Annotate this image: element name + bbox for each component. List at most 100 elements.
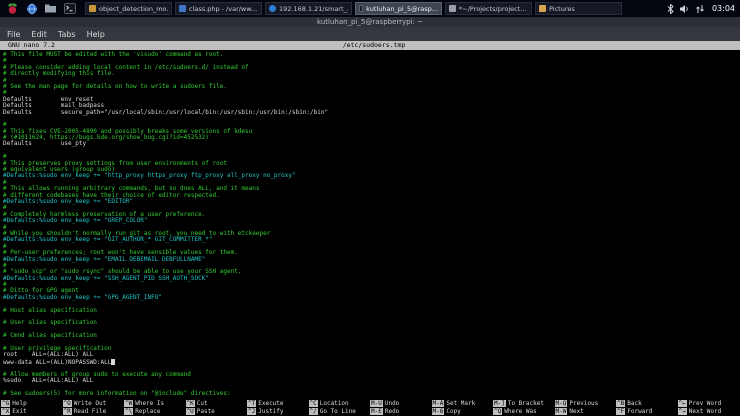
terminal-icon	[64, 3, 76, 14]
taskbar-window-button[interactable]: class.php - /var/ww...	[175, 2, 262, 15]
nano-footer: ^GHelp ^OWrite Out^WWhere Is^KCut ^TExecut…	[0, 399, 740, 416]
shortcut-key: ^\	[124, 408, 133, 415]
shortcut-label: Help	[12, 400, 26, 407]
nano-shortcut: ^OWrite Out	[63, 400, 125, 407]
raspberry-icon	[6, 2, 19, 15]
terminal-menubar: File Edit Tabs Help	[0, 27, 740, 41]
editor-line: # See sudoers(5) for more information on…	[3, 391, 740, 397]
file-manager-launcher[interactable]	[43, 1, 58, 16]
menu-item-edit[interactable]: Edit	[31, 30, 47, 39]
shortcut-label: Location	[320, 400, 349, 407]
shortcut-label: Set Mark	[446, 400, 475, 407]
nano-content[interactable]: # This file MUST be edited with the 'vis…	[0, 50, 740, 399]
nano-footer-row1: ^GHelp ^OWrite Out^WWhere Is^KCut ^TExecut…	[1, 399, 739, 407]
shortcut-key: ^/	[309, 408, 318, 415]
taskbar-window-label: object_detection_mo...	[99, 5, 168, 13]
shortcut-label: Justify	[258, 408, 283, 415]
bluetooth-icon[interactable]	[667, 4, 674, 14]
shortcut-key: ^B	[616, 400, 625, 407]
nano-shortcut: ^WWhere Is	[124, 400, 186, 407]
shortcut-key: ^Q	[493, 408, 502, 415]
shortcut-key: ^J	[247, 408, 256, 415]
taskbar-window-button[interactable]: object_detection_mo...	[85, 2, 172, 15]
shortcut-label: Read File	[74, 408, 107, 415]
system-tray: 03:04	[667, 4, 735, 14]
nano-shortcut: ^UPaste	[186, 408, 248, 415]
desktop: object_detection_mo... class.php - /var/w…	[0, 0, 740, 416]
nano-shortcut: ^QWhere Was	[493, 408, 555, 415]
shortcut-key: ^←	[678, 400, 687, 407]
nano-shortcut: ^BBack	[616, 400, 678, 407]
terminal-window: GNU nano 7.2 /etc/sudoers.tmp # This fil…	[0, 41, 740, 416]
nano-filename: /etc/sudoers.tmp	[252, 41, 496, 50]
folder-icon	[539, 5, 546, 12]
clock: 03:04	[712, 4, 735, 13]
raspberry-menu-button[interactable]	[5, 1, 20, 16]
shortcut-label: Replace	[135, 408, 160, 415]
shortcut-key: ^U	[186, 408, 195, 415]
shortcut-key: ^W	[124, 400, 133, 407]
shortcut-label: Cut	[197, 400, 208, 407]
nano-footer-row2: ^XExit^RRead File^\Replace^UPaste^JJusti…	[1, 407, 739, 415]
code-icon	[179, 5, 186, 12]
nano-shortcut: ^←Prev Word	[678, 400, 740, 407]
nano-shortcut: M-UUndo	[370, 400, 432, 407]
shortcut-label: Write Out	[74, 400, 107, 407]
folder-icon	[44, 3, 57, 14]
shortcut-label: Next Word	[689, 408, 722, 415]
shortcut-label: Prev Word	[689, 400, 722, 407]
nano-shortcut: ^/Go To Line	[309, 408, 371, 415]
globe-icon	[269, 5, 276, 12]
nano-titlebar: GNU nano 7.2 /etc/sudoers.tmp	[0, 41, 740, 50]
network-icon[interactable]	[695, 4, 705, 14]
editor-icon	[449, 5, 456, 12]
shortcut-key: ^K	[186, 400, 195, 407]
shortcut-key: ^C	[309, 400, 318, 407]
menu-item-help[interactable]: Help	[87, 30, 105, 39]
taskbar-window-label: *~/Projects/project...	[459, 5, 526, 13]
nano-shortcut: ^XExit	[1, 408, 63, 415]
shortcut-key: ^G	[1, 400, 10, 407]
nano-shortcut: M-]To Bracket	[493, 400, 555, 407]
nano-shortcut: ^FForward	[616, 408, 678, 415]
shortcut-label: Undo	[385, 400, 399, 407]
terminal-launcher[interactable]	[62, 1, 77, 16]
terminal-icon	[359, 5, 363, 12]
nano-shortcut: ^→Next Word	[678, 408, 740, 415]
shortcut-label: Back	[627, 400, 641, 407]
window-title: kutluhan_pi_5@raspberrypi: ~	[317, 18, 423, 26]
taskbar-window-label: class.php - /var/ww...	[189, 5, 257, 13]
shortcut-label: Next	[569, 408, 583, 415]
nano-version: GNU nano 7.2	[0, 41, 252, 50]
terminal-titlebar[interactable]: kutluhan_pi_5@raspberrypi: ~	[0, 17, 740, 27]
volume-icon[interactable]	[679, 4, 690, 14]
image-icon	[89, 5, 96, 12]
text-cursor	[111, 359, 115, 365]
shortcut-key: ^T	[247, 400, 256, 407]
shortcut-key: M-Q	[555, 400, 568, 407]
nano-shortcut: ^TExecute	[247, 400, 309, 407]
shortcut-label: Forward	[627, 408, 652, 415]
nano-shortcut: ^CLocation	[309, 400, 371, 407]
globe-icon	[26, 3, 38, 15]
taskbar-window-button[interactable]: kutluhan_pi_5@rasp...	[355, 2, 442, 15]
taskbar-window-button[interactable]: *~/Projects/project...	[445, 2, 532, 15]
shortcut-label: Where Was	[504, 408, 537, 415]
shortcut-key: M-]	[493, 400, 506, 407]
nano-shortcut: M-6Copy	[432, 408, 494, 415]
taskbar-window-button[interactable]: Pictures	[535, 2, 622, 15]
nano-shortcut: ^JJustify	[247, 408, 309, 415]
menu-item-file[interactable]: File	[7, 30, 20, 39]
taskbar-window-button[interactable]: 192.168.1.21/smart_...	[265, 2, 352, 15]
menu-item-tabs[interactable]: Tabs	[58, 30, 76, 39]
shortcut-key: M-E	[370, 408, 383, 415]
web-browser-launcher[interactable]	[24, 1, 39, 16]
nano-shortcut: M-ASet Mark	[432, 400, 494, 407]
shortcut-label: Exit	[12, 408, 26, 415]
shortcut-label: To Bracket	[508, 400, 544, 407]
shortcut-key: M-W	[555, 408, 568, 415]
taskbar-window-label: 192.168.1.21/smart_...	[279, 5, 348, 13]
shortcut-label: Redo	[385, 408, 399, 415]
nano-shortcut: M-QPrevious	[555, 400, 617, 407]
shortcut-key: M-A	[432, 400, 445, 407]
